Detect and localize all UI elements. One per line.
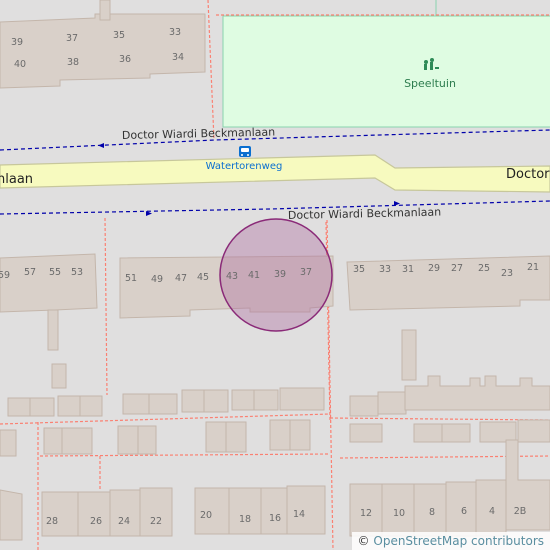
map-canvas: 39 37 35 33 40 38 36 34 59 57 55 53 51 4… (0, 0, 550, 550)
copyright-symbol: © (357, 534, 374, 548)
house-number: 45 (197, 272, 209, 283)
house-number: 49 (151, 274, 163, 285)
house-number: 59 (0, 270, 10, 281)
house-number: 51 (125, 273, 137, 284)
house-number: 34 (172, 52, 184, 63)
bus-stop-label: Watertorenweg (206, 161, 283, 172)
house-number: 24 (118, 516, 130, 527)
house-number: 22 (150, 516, 162, 527)
house-number: 31 (402, 264, 414, 275)
house-number: 38 (67, 57, 79, 68)
house-number: 27 (451, 263, 463, 274)
main-road-label-right: Doctor W (506, 167, 550, 182)
playground-area (222, 15, 550, 128)
house-number: 33 (379, 264, 391, 275)
house-number: 55 (49, 267, 61, 278)
house-number: 8 (429, 507, 435, 518)
house-number: 28 (46, 516, 58, 527)
house-number: 18 (239, 514, 251, 525)
house-number: 2B (514, 506, 527, 517)
house-number: 35 (113, 30, 125, 41)
street-label: Doctor Wiardi Beckmanlaan (288, 206, 442, 222)
house-number: 16 (269, 513, 281, 524)
house-number: 20 (200, 510, 212, 521)
house-number: 33 (169, 27, 181, 38)
house-number: 10 (393, 508, 405, 519)
house-number: 6 (461, 506, 467, 517)
house-number: 40 (14, 59, 26, 70)
house-number: 47 (175, 273, 187, 284)
house-number: 39 (11, 37, 23, 48)
street-label: Doctor Wiardi Beckmanlaan (122, 126, 276, 142)
house-number: 25 (478, 263, 490, 274)
osm-contributors-link[interactable]: OpenStreetMap contributors (373, 534, 544, 548)
house-number: 14 (293, 509, 305, 520)
house-number: 36 (119, 54, 131, 65)
house-number: 57 (24, 267, 36, 278)
house-number: 29 (428, 263, 440, 274)
map-view[interactable]: 39 37 35 33 40 38 36 34 59 57 55 53 51 4… (0, 0, 550, 550)
house-number: 23 (501, 268, 513, 279)
house-number: 37 (300, 267, 312, 278)
house-number: 4 (489, 506, 495, 517)
bus-stop-icon[interactable] (239, 146, 251, 157)
house-number: 37 (66, 33, 78, 44)
house-number: 43 (226, 271, 238, 282)
house-number: 39 (274, 269, 286, 280)
house-number: 21 (527, 262, 539, 273)
house-number: 12 (360, 508, 372, 519)
house-number: 35 (353, 264, 365, 275)
main-road-label-left: nlaan (0, 172, 33, 187)
playground-label: Speeltuin (404, 77, 456, 90)
house-number: 53 (71, 267, 83, 278)
map-attribution: © OpenStreetMap contributors (351, 532, 550, 550)
house-number: 41 (248, 270, 260, 281)
house-number: 26 (90, 516, 102, 527)
